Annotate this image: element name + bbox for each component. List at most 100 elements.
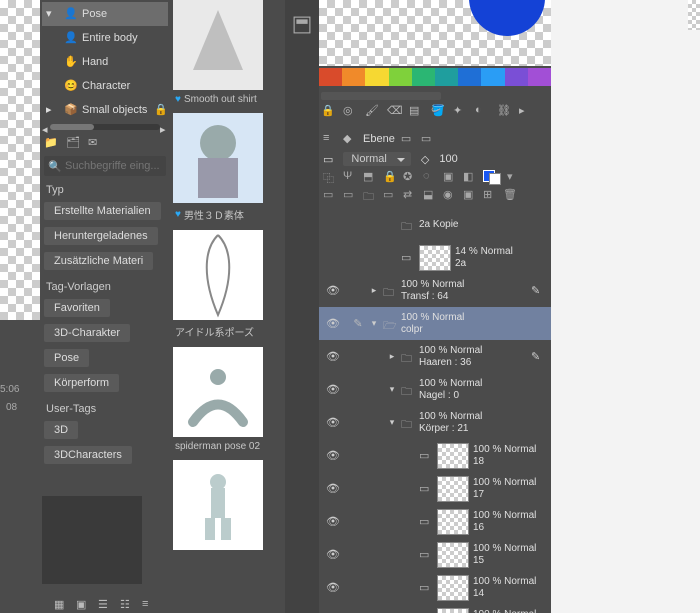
new-frame-icon[interactable]: ▭ bbox=[383, 188, 397, 202]
visibility-icon[interactable]: 👁 bbox=[319, 340, 347, 373]
swatch-8[interactable] bbox=[505, 68, 528, 86]
dock-icon[interactable] bbox=[293, 16, 311, 34]
material-search[interactable]: 🔍 bbox=[44, 156, 166, 176]
dup-icon[interactable]: ⿻ bbox=[323, 170, 337, 184]
tag-chip-2[interactable]: Pose bbox=[44, 349, 89, 367]
swatch-7[interactable] bbox=[481, 68, 504, 86]
swatch-9[interactable] bbox=[528, 68, 551, 86]
target-icon[interactable]: ◎ bbox=[343, 104, 359, 120]
layer-row-0[interactable]: 🗀2a Kopie bbox=[319, 208, 551, 241]
tag-chip-0[interactable]: Favoriten bbox=[44, 299, 110, 317]
type-chip-0[interactable]: Erstellte Materialien bbox=[44, 202, 161, 220]
list-icon[interactable]: ☰ bbox=[98, 598, 112, 612]
new-folder-icon[interactable]: 🗂 bbox=[66, 136, 80, 150]
caret-icon[interactable]: ▾ bbox=[369, 318, 379, 329]
panel-extra2-icon[interactable]: ▭ bbox=[421, 132, 435, 146]
combine-icon[interactable]: ⊞ bbox=[483, 188, 497, 202]
thumb-0[interactable]: ♥Smooth out shirt bbox=[173, 0, 263, 111]
thumb-1[interactable]: ♥男性３Ｄ素体 bbox=[173, 113, 263, 228]
link-icon[interactable]: ⛓ bbox=[497, 104, 513, 120]
layer-row-2[interactable]: 👁▸🗀100 % NormalTransf : 64✎ bbox=[319, 274, 551, 307]
new-layer-icon[interactable]: ▭ bbox=[323, 188, 337, 202]
lock-icon[interactable]: 🔒 bbox=[321, 104, 337, 120]
type-chip-2[interactable]: Zusätzliche Materi bbox=[44, 252, 153, 270]
trash-icon[interactable]: 🗑 bbox=[503, 188, 517, 202]
layer-row-7[interactable]: 👁▭100 % Normal18 bbox=[319, 439, 551, 472]
tree-item-1[interactable]: 👤Entire body bbox=[42, 26, 168, 50]
layer-row-5[interactable]: 👁▾🗀100 % NormalNagel : 0 bbox=[319, 373, 551, 406]
edit-icon[interactable]: ✎ bbox=[531, 350, 547, 363]
swatch-0[interactable] bbox=[319, 68, 342, 86]
user-chip-0[interactable]: 3D bbox=[44, 421, 78, 439]
link2-icon[interactable]: Ψ bbox=[343, 170, 357, 184]
thumb-3[interactable]: spiderman pose 02 bbox=[173, 347, 263, 458]
swatch-5[interactable] bbox=[435, 68, 458, 86]
layer-row-11[interactable]: 👁▭100 % Normal14 bbox=[319, 571, 551, 604]
caret-icon[interactable]: ▾ bbox=[387, 417, 397, 428]
ref-icon[interactable]: ✪ bbox=[403, 170, 417, 184]
tag-chip-3[interactable]: Körperform bbox=[44, 374, 119, 392]
layer-row-6[interactable]: 👁▾🗀100 % NormalKörper : 21 bbox=[319, 406, 551, 439]
tree-item-0[interactable]: ▾👤Pose bbox=[42, 2, 168, 26]
color-pair-icon[interactable] bbox=[483, 170, 501, 184]
caret-icon[interactable]: ▾ bbox=[387, 384, 397, 395]
opacity-slider[interactable] bbox=[321, 92, 441, 100]
fx-icon[interactable]: ✦ bbox=[453, 104, 469, 120]
swatch-1[interactable] bbox=[342, 68, 365, 86]
new-folder2-icon[interactable]: 🗀 bbox=[363, 188, 377, 202]
visibility-icon[interactable]: 👁 bbox=[319, 505, 347, 538]
bucket-icon[interactable]: 🪣 bbox=[431, 104, 447, 120]
canvas-view[interactable] bbox=[319, 0, 551, 66]
ruler-icon[interactable]: ◧ bbox=[463, 170, 477, 184]
visibility-icon[interactable]: 👁 bbox=[319, 373, 347, 406]
chevron-down-icon[interactable]: ▾ bbox=[507, 170, 521, 184]
panel-menu-icon[interactable]: ≡ bbox=[323, 132, 337, 146]
tree-item-3[interactable]: 😊Character bbox=[42, 74, 168, 98]
transfer-icon[interactable]: ⇄ bbox=[403, 188, 417, 202]
eraser-icon[interactable]: ⌫ bbox=[387, 104, 403, 120]
layer-list[interactable]: 🗀2a Kopie▭14 % Normal2a👁▸🗀100 % NormalTr… bbox=[319, 208, 551, 613]
visibility-icon[interactable]: 👁 bbox=[319, 538, 347, 571]
apply-icon[interactable]: ▣ bbox=[463, 188, 477, 202]
layer-row-12[interactable]: 👁▭100 % Normal13a bbox=[319, 604, 551, 613]
thumb-2[interactable]: アイドル系ポーズ bbox=[173, 230, 263, 345]
tree-scrollbar[interactable]: ◂▸ bbox=[42, 122, 168, 132]
visibility-icon[interactable] bbox=[319, 241, 347, 274]
user-chip-1[interactable]: 3DCharacters bbox=[44, 446, 132, 464]
visibility-icon[interactable]: 👁 bbox=[319, 307, 347, 340]
layer-row-4[interactable]: 👁▸🗀100 % NormalHaaren : 36✎ bbox=[319, 340, 551, 373]
mask3-icon[interactable]: ◉ bbox=[443, 188, 457, 202]
compact-icon[interactable]: ≡ bbox=[142, 598, 156, 612]
visibility-icon[interactable]: 👁 bbox=[319, 472, 347, 505]
swatch-4[interactable] bbox=[412, 68, 435, 86]
caret-icon[interactable]: ▸ bbox=[387, 351, 397, 362]
grid-large-icon[interactable]: ▣ bbox=[76, 598, 90, 612]
pencil-icon[interactable]: ✎ bbox=[351, 317, 365, 330]
menu-icon[interactable]: ▸ bbox=[519, 104, 535, 120]
color-swatches[interactable] bbox=[319, 68, 551, 86]
gradient-icon[interactable]: ▤ bbox=[409, 104, 425, 120]
opacity-handle-icon[interactable]: ◇ bbox=[421, 153, 429, 166]
visibility-icon[interactable]: 👁 bbox=[319, 274, 347, 307]
swatch-3[interactable] bbox=[389, 68, 412, 86]
mask-icon[interactable]: ◐ bbox=[475, 104, 491, 120]
edit-icon[interactable]: ✎ bbox=[531, 284, 547, 297]
brush-icon[interactable]: 🖌 bbox=[365, 104, 381, 120]
layer-row-8[interactable]: 👁▭100 % Normal17 bbox=[319, 472, 551, 505]
visibility-icon[interactable]: 👁 bbox=[319, 406, 347, 439]
folder-icon[interactable]: 📁 bbox=[44, 136, 58, 150]
type-chip-1[interactable]: Heruntergeladenes bbox=[44, 227, 158, 245]
tree-item-2[interactable]: ✋Hand bbox=[42, 50, 168, 74]
grid-small-icon[interactable]: ▦ bbox=[54, 598, 68, 612]
mail-icon[interactable]: ✉ bbox=[88, 136, 102, 150]
ghost-icon[interactable]: ◌ bbox=[423, 170, 437, 184]
tree-item-4[interactable]: ▸📦Small objects🔒 bbox=[42, 98, 168, 122]
tag-chip-1[interactable]: 3D-Charakter bbox=[44, 324, 130, 342]
new-vector-icon[interactable]: ▭ bbox=[343, 188, 357, 202]
layer-row-9[interactable]: 👁▭100 % Normal16 bbox=[319, 505, 551, 538]
visibility-icon[interactable] bbox=[319, 208, 347, 241]
panel-extra-icon[interactable]: ▭ bbox=[401, 132, 415, 146]
visibility-icon[interactable]: 👁 bbox=[319, 604, 347, 613]
clip-icon[interactable]: ⬒ bbox=[363, 170, 377, 184]
detail-icon[interactable]: ☷ bbox=[120, 598, 134, 612]
